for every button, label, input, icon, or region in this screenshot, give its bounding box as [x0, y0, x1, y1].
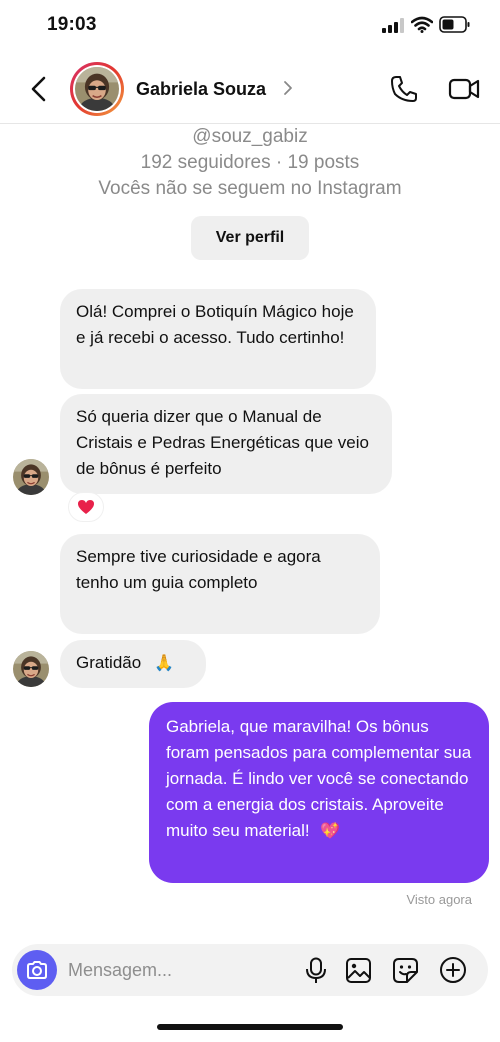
chevron-left-icon[interactable] — [26, 72, 52, 106]
cellular-signal-icon — [382, 18, 404, 33]
heart-reaction[interactable] — [68, 492, 104, 522]
status-bar: 19:03 — [0, 0, 500, 54]
wifi-icon — [411, 16, 433, 33]
message-bubble-incoming[interactable]: Gratidão 🙏 — [60, 640, 206, 688]
message-bubble-incoming[interactable]: Sempre tive curiosidade e agora tenho um… — [60, 534, 380, 634]
view-profile-button[interactable]: Ver perfil — [191, 216, 309, 260]
message-text: Olá! Comprei o Botiquín Mágico hoje e já… — [76, 302, 354, 347]
contact-avatar-small[interactable] — [13, 459, 49, 495]
message-bubble-incoming[interactable]: Só queria dizer que o Manual de Cristais… — [60, 394, 392, 494]
message-bubble-outgoing[interactable]: Gabriela, que maravilha! Os bônus foram … — [149, 702, 489, 883]
seen-status: Visto agora — [406, 892, 472, 907]
sparkling-heart-emoji: 💖 — [320, 823, 341, 840]
profile-stats: 192 seguidores · 19 posts — [140, 152, 360, 173]
message-input[interactable] — [68, 952, 288, 988]
image-gallery-icon[interactable] — [345, 957, 372, 984]
avatar-photo — [75, 67, 119, 111]
message-text: Gratidão — [76, 653, 142, 672]
message-text: Só queria dizer que o Manual de Cristais… — [76, 407, 369, 478]
contact-avatar[interactable] — [70, 62, 124, 116]
contact-avatar-small[interactable] — [13, 651, 49, 687]
microphone-icon[interactable] — [304, 957, 328, 984]
follow-status: Vocês não se seguem no Instagram — [98, 178, 402, 199]
chevron-right-icon[interactable] — [283, 80, 293, 96]
contact-name[interactable]: Gabriela Souza — [136, 79, 266, 100]
profile-handle: @souz_gabiz — [192, 126, 308, 147]
message-text: Gabriela, que maravilha! Os bônus foram … — [166, 717, 472, 840]
message-composer — [12, 944, 488, 996]
chat-header: Gabriela Souza — [0, 54, 500, 124]
plus-circle-icon[interactable] — [439, 956, 467, 984]
message-bubble-incoming[interactable]: Olá! Comprei o Botiquín Mágico hoje e já… — [60, 289, 376, 389]
praying-hands-emoji: 🙏 — [153, 655, 174, 672]
home-indicator[interactable] — [157, 1024, 343, 1030]
heart-icon — [78, 500, 94, 514]
phone-icon[interactable] — [389, 74, 419, 104]
camera-icon — [27, 961, 47, 979]
battery-icon — [439, 16, 470, 33]
video-camera-icon[interactable] — [448, 75, 480, 103]
message-text: Sempre tive curiosidade e agora tenho um… — [76, 547, 321, 592]
camera-button[interactable] — [17, 950, 57, 990]
status-time: 19:03 — [47, 14, 97, 35]
sticker-icon[interactable] — [392, 957, 419, 984]
